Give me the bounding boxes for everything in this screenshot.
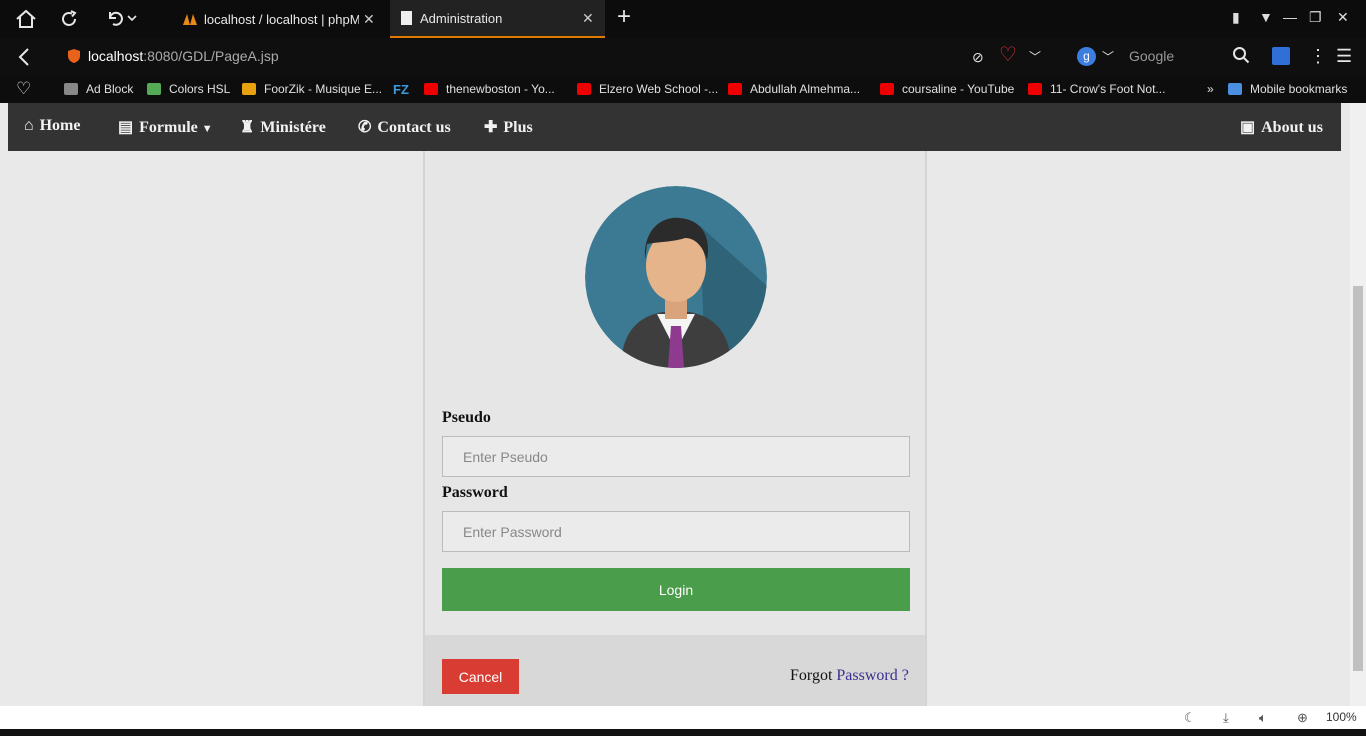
- bookmark-item[interactable]: FZ: [393, 75, 415, 103]
- user-avatar: [585, 186, 767, 368]
- nav-about[interactable]: ▣ About us: [1240, 117, 1323, 137]
- page-viewport: ⌂ Home ▤ Formule ▼ ♜ Ministére ✆ Contact us ✚…: [0, 103, 1366, 706]
- tab-tiling-icon[interactable]: ▮: [1232, 9, 1240, 26]
- pseudo-label: Pseudo: [442, 409, 491, 426]
- bookmarks-bar: ♡ Ad Block Colors HSL FoorZik - Musique …: [0, 75, 1366, 103]
- status-bar: ☾ ⤓ 🔈︎ ⊕ 100%: [0, 706, 1366, 729]
- cancel-button[interactable]: Cancel: [442, 659, 519, 694]
- url-field[interactable]: localhost:8080/GDL/PageA.jsp: [88, 48, 279, 64]
- close-window-icon[interactable]: ✕: [1337, 9, 1349, 26]
- zoom-icon[interactable]: ⊕: [1297, 710, 1308, 726]
- undo-close-tab-icon[interactable]: [104, 9, 140, 33]
- chevron-down-icon[interactable]: ﹀: [1029, 47, 1041, 67]
- forgot-password: Forgot Password ?: [790, 667, 909, 685]
- shirt-theme-icon[interactable]: ▼: [1259, 9, 1273, 25]
- bookmark-item[interactable]: Elzero Web School -...: [577, 75, 718, 103]
- back-icon[interactable]: [15, 47, 35, 71]
- youtube-icon: [728, 83, 742, 95]
- forgot-password-link[interactable]: Password ?: [836, 667, 908, 684]
- address-bar: localhost:8080/GDL/PageA.jsp ⊘ ♡ ﹀ g ﹀ G…: [0, 38, 1366, 75]
- navbar: ⌂ Home ▤ Formule ▼ ♜ Ministére ✆ Contact us ✚…: [8, 103, 1341, 151]
- tab-title: Administration: [420, 10, 503, 26]
- card-footer: Cancel Forgot Password ?: [425, 635, 925, 706]
- bookmark-item[interactable]: thenewboston - Yo...: [424, 75, 555, 103]
- phone-icon: ✆: [358, 119, 372, 136]
- restore-icon[interactable]: ❐: [1309, 9, 1322, 26]
- fz-icon: FZ: [393, 81, 409, 97]
- home-icon[interactable]: [15, 9, 37, 33]
- nav-home[interactable]: ⌂ Home: [24, 117, 80, 135]
- login-card: Pseudo Password Login Cancel Forgot Pass…: [423, 151, 927, 706]
- night-mode-icon[interactable]: ☾: [1184, 710, 1196, 726]
- close-tab-icon[interactable]: ✕: [363, 11, 375, 28]
- id-card-icon: ▣: [1240, 119, 1256, 136]
- folder-icon: [1228, 83, 1242, 95]
- url-host: localhost: [88, 48, 144, 64]
- youtube-icon: [424, 83, 438, 95]
- youtube-icon: [880, 83, 894, 95]
- password-label: Password: [442, 484, 508, 501]
- plus-icon: ✚: [484, 119, 498, 136]
- google-icon[interactable]: g: [1077, 47, 1096, 66]
- site-shield-icon[interactable]: [67, 48, 81, 64]
- pseudo-input[interactable]: [442, 436, 910, 477]
- bookmark-item[interactable]: Colors HSL: [147, 75, 230, 103]
- taskbar: [0, 729, 1366, 736]
- bookmark-item[interactable]: coursaline - YouTube: [880, 75, 1014, 103]
- scrollbar-thumb[interactable]: [1353, 286, 1363, 671]
- youtube-icon: [1028, 83, 1042, 95]
- download-icon[interactable]: ⤓: [1223, 710, 1229, 726]
- nav-ministere[interactable]: ♜ Ministére: [240, 117, 326, 137]
- password-input[interactable]: [442, 511, 910, 552]
- close-tab-icon[interactable]: ✕: [582, 10, 594, 27]
- foorzik-icon: [242, 83, 256, 95]
- new-tab-icon[interactable]: +: [617, 5, 631, 29]
- list-icon: ▤: [118, 119, 134, 136]
- more-options-icon[interactable]: ⋮: [1309, 46, 1327, 66]
- zoom-level[interactable]: 100%: [1326, 710, 1357, 724]
- search-engine-chevron-icon[interactable]: ﹀: [1102, 47, 1114, 67]
- tracking-blocker-icon[interactable]: ⊘: [972, 47, 984, 67]
- url-path: :8080/GDL/PageA.jsp: [143, 48, 279, 64]
- reload-icon[interactable]: [59, 9, 79, 33]
- bookmark-item[interactable]: FoorZik - Musique E...: [242, 75, 382, 103]
- tab-title: localhost / localhost | phpMy: [204, 11, 359, 27]
- tab-phpmyadmin[interactable]: localhost / localhost | phpMy ✕: [178, 0, 388, 38]
- phpmyadmin-favicon-icon: [182, 12, 198, 26]
- youtube-icon: [577, 83, 591, 95]
- nav-formule[interactable]: ▤ Formule ▼: [118, 117, 213, 137]
- bookmarks-overflow-icon[interactable]: »: [1207, 75, 1214, 103]
- translate-icon[interactable]: [1272, 47, 1290, 65]
- tab-administration[interactable]: Administration ✕: [390, 0, 605, 38]
- bookmark-heart-icon[interactable]: ♡: [999, 45, 1017, 65]
- search-icon[interactable]: [1232, 46, 1250, 68]
- bookmark-item[interactable]: 11- Crow's Foot Not...: [1028, 75, 1165, 103]
- home-icon: ⌂: [24, 117, 34, 134]
- search-input[interactable]: Google: [1129, 48, 1174, 64]
- sound-icon[interactable]: 🔈︎: [1259, 710, 1267, 726]
- bookmarks-heart-icon[interactable]: ♡: [16, 75, 31, 103]
- bookmark-folder[interactable]: Mobile bookmarks: [1228, 75, 1347, 103]
- caret-down-icon: ▼: [201, 123, 213, 135]
- page-icon: [64, 83, 78, 95]
- menu-icon[interactable]: ☰: [1336, 46, 1352, 66]
- nav-contact[interactable]: ✆ Contact us: [358, 117, 451, 137]
- page-scrollbar[interactable]: [1350, 103, 1366, 706]
- forgot-text: Forgot: [790, 667, 833, 684]
- minimize-icon[interactable]: —: [1283, 9, 1297, 25]
- page-favicon-icon: [401, 11, 412, 25]
- login-button[interactable]: Login: [442, 568, 910, 611]
- nav-plus[interactable]: ✚ Plus: [484, 117, 533, 137]
- bookmark-item[interactable]: Ad Block: [64, 75, 133, 103]
- tab-strip: localhost / localhost | phpMy ✕ Administ…: [0, 0, 1366, 38]
- bookmark-item[interactable]: Abdullah Almehma...: [728, 75, 860, 103]
- colors-icon: [147, 83, 161, 95]
- building-icon: ♜: [240, 119, 255, 136]
